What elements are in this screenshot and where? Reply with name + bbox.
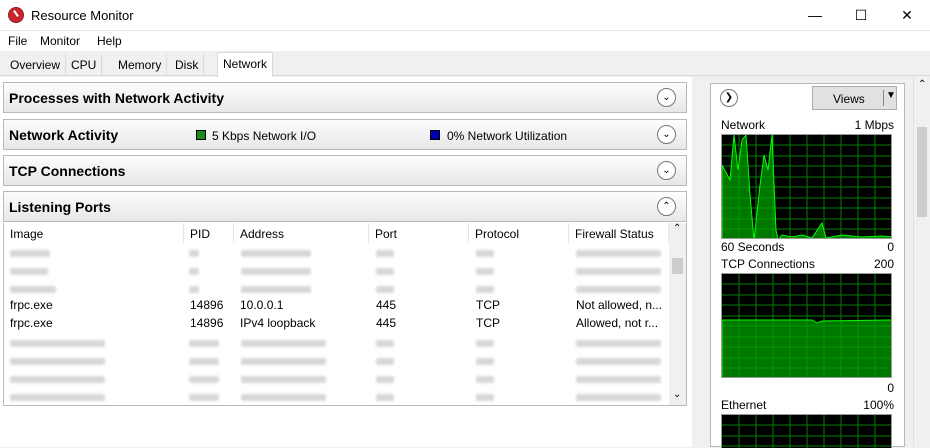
column-header-address[interactable]: Address [234, 223, 369, 243]
cell-address: 10.0.0.1 [240, 298, 284, 312]
network-graph [721, 134, 892, 239]
menu-monitor[interactable]: Monitor [40, 34, 80, 48]
tab-cpu[interactable]: CPU [66, 54, 103, 76]
tcp-section-header[interactable]: TCP Connections ⌄ [3, 155, 687, 186]
chevron-down-icon[interactable]: ⌄ [657, 88, 676, 107]
section-title: Processes with Network Activity [9, 90, 225, 106]
tab-disk[interactable]: Disk [170, 54, 205, 76]
right-pane: ❯ Views ▼ Network 1 Mbps 60 Seconds 0 TC… [697, 77, 930, 448]
cell-pid: 14896 [190, 316, 224, 330]
tab-overview[interactable]: Overview [5, 54, 67, 76]
network-graph-svg [722, 135, 891, 238]
maximize-button[interactable]: ☐ [838, 0, 884, 31]
menu-bar: File Monitor Help [0, 31, 930, 51]
tab-memory[interactable]: Memory [113, 54, 168, 76]
network-util-legend-swatch [430, 130, 440, 140]
network-io-legend-swatch [196, 130, 206, 140]
cell-port: 445 [376, 316, 397, 330]
cell-protocol: TCP [476, 298, 500, 312]
cell-pid: 14896 [190, 298, 224, 312]
processes-section-header[interactable]: Processes with Network Activity ⌄ [3, 82, 687, 113]
minimize-button[interactable]: — [792, 0, 838, 31]
graph-network-max: 1 Mbps [854, 118, 894, 132]
graph-network-time-span: 60 Seconds [721, 240, 785, 254]
chevron-right-icon[interactable]: ❯ [720, 89, 738, 107]
resource-monitor-icon [8, 7, 24, 23]
dropdown-arrow-icon[interactable]: ▼ [883, 90, 896, 106]
chevron-down-icon[interactable]: ⌄ [657, 161, 676, 180]
listening-ports-table: Image PID Address Port ⌃ Protocol Firewa… [3, 223, 687, 406]
sort-ascending-icon: ⌃ [415, 223, 425, 230]
ethernet-graph [721, 414, 892, 448]
title-bar: Resource Monitor — ☐ ✕ [0, 0, 930, 31]
cell-image: frpc.exe [10, 298, 53, 312]
section-title: Network Activity [9, 127, 119, 143]
tcp-connections-graph [721, 273, 892, 378]
menu-help[interactable]: Help [97, 34, 122, 48]
table-scrollbar[interactable]: ⌃ ⌄ [669, 223, 686, 405]
scroll-up-arrow-icon[interactable]: ⌃ [673, 223, 681, 234]
views-button[interactable]: Views ▼ [812, 86, 897, 110]
column-header-image[interactable]: Image [4, 223, 184, 243]
cell-firewall-status: Allowed, not r... [576, 316, 659, 330]
graph-network-title: Network [721, 118, 766, 132]
cell-protocol: TCP [476, 316, 500, 330]
column-header-protocol[interactable]: Protocol [469, 223, 569, 243]
chevron-down-icon[interactable]: ⌄ [657, 125, 676, 144]
network-io-legend: 5 Kbps Network I/O [212, 129, 317, 143]
scroll-thumb[interactable] [672, 258, 683, 274]
section-title: Listening Ports [9, 199, 111, 215]
menu-file[interactable]: File [8, 34, 27, 48]
ethernet-graph-svg [722, 415, 891, 448]
tcp-graph-svg [722, 274, 891, 377]
window-title: Resource Monitor [31, 8, 134, 23]
scroll-thumb[interactable] [917, 127, 927, 217]
cell-image: frpc.exe [10, 316, 53, 330]
close-button[interactable]: ✕ [884, 0, 930, 31]
network-activity-section-header[interactable]: Network Activity 5 Kbps Network I/O 0% N… [3, 119, 687, 150]
column-header-pid[interactable]: PID [184, 223, 234, 243]
tab-network[interactable]: Network [217, 52, 274, 77]
graph-tcp-max: 200 [873, 257, 894, 271]
cell-firewall-status: Not allowed, n... [576, 298, 663, 312]
listening-ports-section-header[interactable]: Listening Ports ⌃ [3, 191, 687, 222]
tab-bar: Overview CPU Memory Disk Network [0, 51, 930, 77]
graph-tcp-title: TCP Connections [721, 257, 815, 271]
graph-network-min: 0 [887, 240, 894, 254]
scroll-up-arrow-icon[interactable]: ⌃ [918, 79, 926, 90]
column-header-firewall-status[interactable]: Firewall Status [569, 223, 669, 243]
section-title: TCP Connections [9, 163, 126, 179]
graphs-panel: ❯ Views ▼ Network 1 Mbps 60 Seconds 0 TC… [710, 83, 905, 448]
graph-tcp-min: 0 [887, 381, 894, 395]
right-pane-scrollbar[interactable]: ⌃ [913, 77, 930, 447]
network-util-legend: 0% Network Utilization [447, 129, 568, 143]
cell-address: IPv4 loopback [240, 316, 316, 330]
views-label: Views [833, 92, 865, 106]
graph-ethernet-max: 100% [863, 398, 894, 412]
graph-ethernet-title: Ethernet [721, 398, 767, 412]
scroll-down-arrow-icon[interactable]: ⌄ [673, 389, 681, 400]
chevron-up-icon[interactable]: ⌃ [657, 197, 676, 216]
cell-port: 445 [376, 298, 397, 312]
